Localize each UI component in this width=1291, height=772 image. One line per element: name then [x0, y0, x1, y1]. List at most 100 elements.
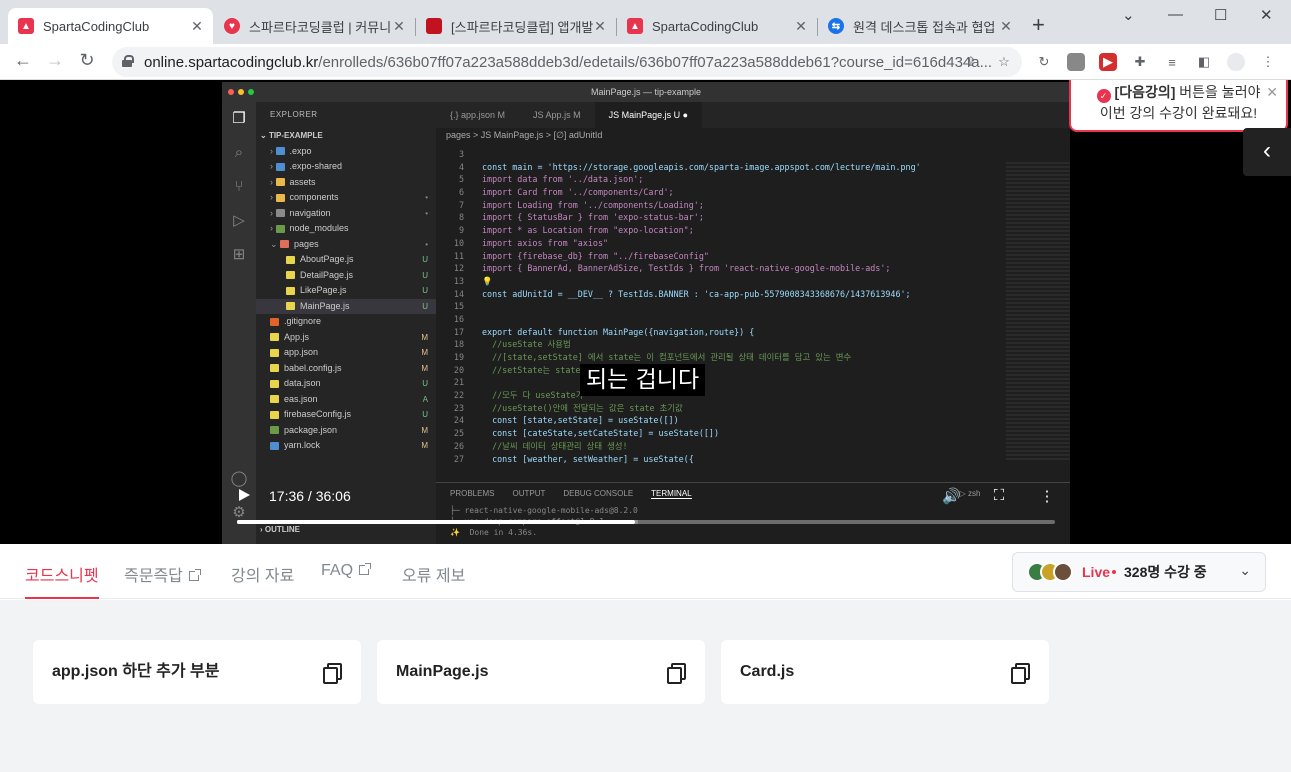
code-line: 12 import { BannerAd, BannerAdSize, TestI… — [436, 262, 1002, 275]
tab-qna[interactable]: 즉문즉답 — [124, 562, 201, 599]
file-type-icon — [270, 333, 279, 342]
panel-tab: PROBLEMS — [450, 489, 495, 498]
live-label: Live — [1082, 564, 1111, 580]
close-tab-icon[interactable]: ✕ — [998, 18, 1014, 35]
file-name: firebaseConfig.js — [284, 409, 352, 419]
extensions-puzzle-icon[interactable]: ✚ — [1131, 53, 1149, 71]
file-status: • — [425, 239, 428, 249]
tab-code-snippet[interactable]: 코드스니펫 — [25, 562, 99, 599]
snippet-title: MainPage.js — [396, 663, 489, 680]
tab-materials[interactable]: 강의 자료 — [231, 562, 294, 599]
file-name: data.json — [284, 378, 321, 388]
file-name: assets — [289, 176, 316, 187]
file-name: .expo — [289, 145, 312, 156]
toast-bold: [다음강의] — [1114, 84, 1176, 100]
share-icon[interactable]: ⇪ — [962, 53, 980, 71]
close-window-button[interactable]: ✕ — [1260, 6, 1273, 24]
menu-kebab-icon[interactable]: ⋮ — [1259, 53, 1277, 71]
bookmark-star-icon[interactable]: ☆ — [995, 53, 1013, 71]
address-bar[interactable]: online.spartacodingclub.kr/enrolleds/636… — [112, 47, 1022, 77]
code-line: 6 import Card from '../components/Card'; — [436, 186, 1002, 199]
file-status: M — [421, 363, 428, 373]
more-options-icon[interactable]: ⋮ — [1038, 487, 1056, 505]
video-progress-bar[interactable] — [237, 520, 1055, 524]
file-status: M — [421, 332, 428, 342]
file-type-icon — [275, 209, 285, 218]
back-button[interactable]: ← — [11, 50, 35, 71]
line-number: 8 — [458, 212, 464, 223]
code-line: 18 //useState 사용법 — [436, 338, 1002, 351]
editor-tab: JS MainPage.js U ● — [594, 102, 703, 128]
explorer-file-item: .gitignore — [256, 314, 436, 330]
minimap — [1006, 162, 1070, 462]
code-line: 7 import Loading from '../components/Load… — [436, 199, 1002, 212]
tab-search-icon[interactable]: ⌄ — [1122, 6, 1135, 24]
reload-button[interactable]: ↻ — [75, 50, 99, 71]
remote-desktop-favicon-icon: ⇆ — [828, 18, 844, 34]
file-name: babel.config.js — [284, 362, 342, 373]
toast-text-line2: 이번 강의 수강이 완료돼요! — [1099, 105, 1258, 121]
file-name: App.js — [284, 331, 310, 342]
sidebar-toggle-button[interactable]: ‹ — [1243, 128, 1291, 176]
explorer-file-item: eas.json A — [256, 392, 436, 408]
panel-tab: TERMINAL — [651, 489, 692, 499]
media-queue-icon[interactable]: ≡ — [1163, 53, 1181, 71]
snippet-card[interactable]: Card.js — [721, 640, 1049, 704]
vscode-activity-bar: ❐ ⌕ ⑂ ▷ ⊞ ◯ ⚙ — [222, 102, 256, 544]
extension-refresh-icon[interactable]: ↻ — [1035, 53, 1053, 71]
code-text: const main = 'https://storage.googleapis… — [482, 161, 921, 172]
code-text: import Loading from '../components/Loadi… — [482, 199, 704, 210]
new-tab-button[interactable]: + — [1032, 14, 1045, 36]
close-toast-icon[interactable]: ✕ — [1266, 82, 1278, 103]
close-tab-icon[interactable]: ✕ — [391, 18, 407, 35]
tab-error-report[interactable]: 오류 제보 — [402, 562, 465, 599]
explorer-file-item: › .expo-shared — [270, 161, 343, 171]
vscode-titlebar: MainPage.js — tip-example — [222, 82, 1070, 102]
extension-red-icon[interactable]: ▶ — [1099, 53, 1117, 71]
file-type-icon — [270, 317, 279, 326]
side-panel-icon[interactable]: ◧ — [1195, 53, 1213, 71]
extensions-icon: ⊞ — [232, 246, 246, 263]
vscode-panel: PROBLEMS OUTPUT DEBUG CONSOLE TERMINAL ▷… — [436, 482, 1070, 544]
browser-tab[interactable]: ⇆ 원격 데스크톱 접속과 협업 ✕ — [818, 8, 1022, 44]
maximize-button[interactable]: ☐ — [1214, 6, 1227, 24]
line-number: 11 — [453, 250, 464, 261]
profile-avatar-icon[interactable] — [1227, 53, 1245, 71]
close-tab-icon[interactable]: ✕ — [592, 18, 608, 35]
explorer-title: EXPLORER — [270, 110, 318, 119]
line-number: 12 — [453, 263, 464, 274]
forward-button[interactable]: → — [43, 50, 67, 71]
live-viewers-button[interactable]: Live 328명 수강 중 ⌄ — [1012, 552, 1266, 592]
browser-tab[interactable]: ▲ SpartaCodingClub ✕ — [617, 8, 817, 44]
file-type-icon — [286, 286, 295, 295]
copy-icon[interactable] — [323, 663, 342, 684]
snippet-card[interactable]: MainPage.js — [377, 640, 705, 704]
close-tab-icon[interactable]: ✕ — [189, 18, 205, 35]
extension-avatar-icon[interactable] — [1067, 53, 1085, 71]
external-link-icon — [359, 563, 372, 575]
minimize-button[interactable]: — — [1168, 6, 1183, 23]
toast-text: 버튼을 눌러야 — [1175, 84, 1261, 100]
copy-icon[interactable] — [667, 663, 686, 684]
terminal-line: ├─ react-native-google-mobile-ads@8.2.0 — [450, 506, 638, 515]
browser-tab[interactable]: ▲ SpartaCodingClub ✕ — [8, 8, 213, 44]
code-text: //날씨 데이터 상태관리 상태 생성! — [482, 440, 628, 451]
vscode-editor: {.} app.json M JS App.js M JS MainPage.j… — [436, 102, 1070, 544]
run-debug-icon: ▷ — [233, 212, 245, 229]
copy-icon[interactable] — [1011, 663, 1030, 684]
browser-tab[interactable]: [스파르타코딩클럽] 앱개발 ✕ — [416, 8, 616, 44]
snippet-card[interactable]: app.json 하단 추가 부분 — [33, 640, 361, 704]
code-text: //useState 사용법 — [482, 339, 571, 350]
fullscreen-icon[interactable]: ⛶ — [990, 487, 1008, 504]
tab-faq[interactable]: FAQ — [321, 562, 372, 599]
code-text: import {firebase_db} from "../firebaseCo… — [482, 250, 709, 261]
file-type-icon — [275, 147, 285, 156]
explorer-file-item: ⌄ pages • — [256, 237, 436, 253]
volume-icon[interactable]: 🔊 — [942, 487, 961, 505]
file-status: A — [422, 394, 428, 404]
line-number: 16 — [453, 313, 464, 324]
close-tab-icon[interactable]: ✕ — [793, 18, 809, 35]
code-text: const adUnitId = __DEV__ ? TestIds.BANNE… — [482, 288, 911, 299]
browser-tab[interactable]: ♥ 스파르타코딩클럽 | 커뮤니 ✕ — [214, 8, 415, 44]
play-button[interactable] — [236, 487, 252, 503]
